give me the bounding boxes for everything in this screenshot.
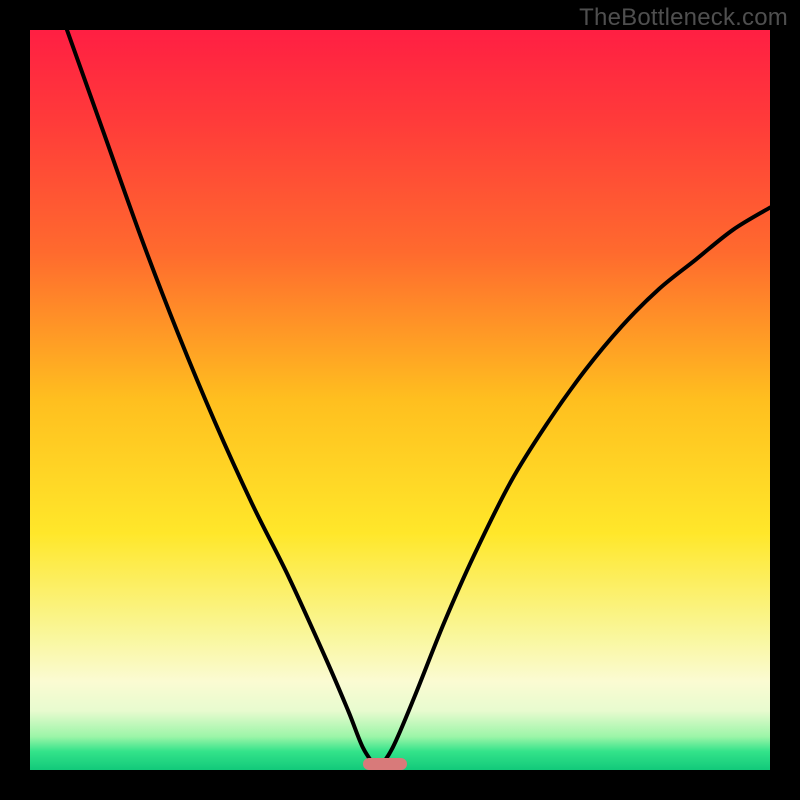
optimum-marker <box>363 758 407 770</box>
watermark-text: TheBottleneck.com <box>579 4 788 32</box>
chart-frame: TheBottleneck.com <box>0 0 800 800</box>
plot-area <box>30 30 770 770</box>
bottleneck-curve <box>30 30 770 770</box>
